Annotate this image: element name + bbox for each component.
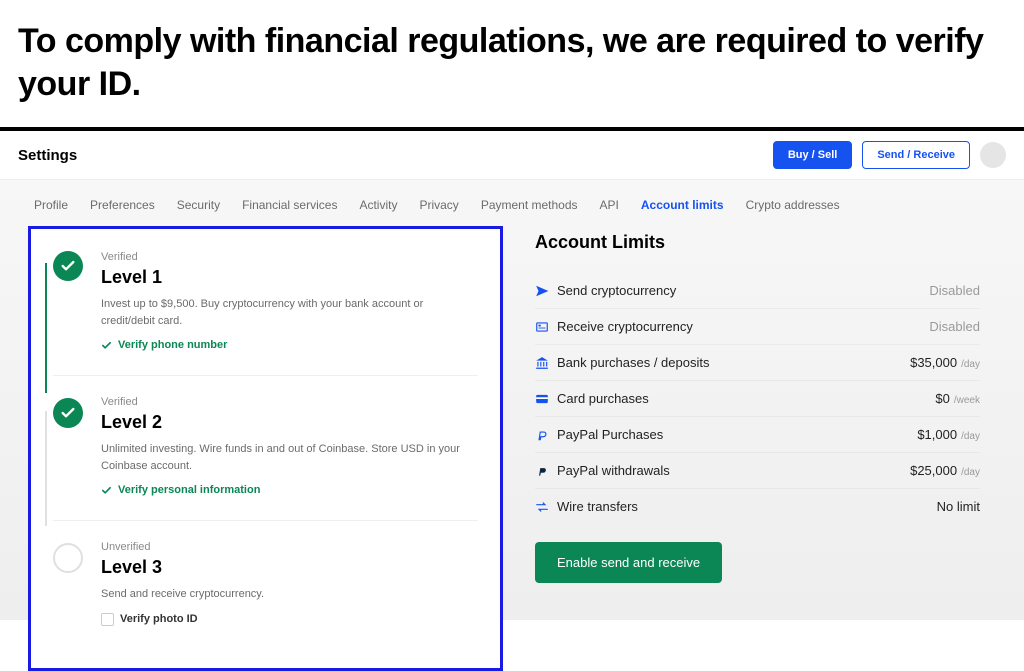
pending-badge-icon: [53, 543, 83, 573]
check-badge-icon: [53, 251, 83, 281]
paypal-bold-icon: [535, 464, 557, 478]
limit-row-paypal-purchases: PayPal Purchases$1,000/day: [535, 417, 980, 453]
level-description: Invest up to $9,500. Buy cryptocurrency …: [101, 296, 461, 329]
limit-label: Wire transfers: [557, 499, 937, 514]
page-body: Profile Preferences Security Financial serv…: [0, 180, 1024, 620]
limit-row-card-purchases: Card purchases$0/week: [535, 381, 980, 417]
limit-label: Send cryptocurrency: [557, 283, 929, 298]
limit-label: Card purchases: [557, 391, 935, 406]
send-icon: [535, 284, 557, 298]
check-badge-icon: [53, 398, 83, 428]
limit-value: Disabled: [929, 319, 980, 334]
level-3: Unverified Level 3 Send and receive crypto…: [53, 520, 478, 650]
avatar[interactable]: [980, 142, 1006, 168]
limits-title: Account Limits: [535, 232, 980, 253]
level-action[interactable]: Verify personal information: [101, 484, 478, 496]
tab-privacy[interactable]: Privacy: [419, 198, 458, 212]
limit-row-wire-transfers: Wire transfersNo limit: [535, 489, 980, 524]
level-title: Level 1: [101, 267, 478, 288]
limit-value: $25,000/day: [910, 463, 980, 478]
level-1: Verified Level 1 Invest up to $9,500. Buy …: [53, 247, 478, 375]
tab-payment-methods[interactable]: Payment methods: [481, 198, 578, 212]
limit-value: $1,000/day: [917, 427, 980, 442]
send-receive-button[interactable]: Send / Receive: [862, 141, 970, 169]
limit-row-paypal-withdrawals: PayPal withdrawals$25,000/day: [535, 453, 980, 489]
limit-label: Bank purchases / deposits: [557, 355, 910, 370]
tab-profile[interactable]: Profile: [34, 198, 68, 212]
tab-activity[interactable]: Activity: [359, 198, 397, 212]
limit-label: PayPal withdrawals: [557, 463, 910, 478]
tab-api[interactable]: API: [600, 198, 619, 212]
limit-unit: /day: [961, 431, 980, 442]
limit-value: $0/week: [935, 391, 980, 406]
level-description: Unlimited investing. Wire funds in and o…: [101, 441, 461, 474]
limits-panel: Account Limits Send cryptocurrencyDisabl…: [531, 226, 996, 671]
tab-preferences[interactable]: Preferences: [90, 198, 155, 212]
level-status: Unverified: [101, 541, 478, 553]
topbar-actions: Buy / Sell Send / Receive: [773, 141, 1006, 169]
tab-account-limits[interactable]: Account limits: [641, 198, 724, 212]
limit-unit: /day: [961, 359, 980, 370]
limit-unit: /day: [961, 467, 980, 478]
level-action[interactable]: Verify photo ID: [101, 613, 478, 626]
limit-row-bank-purchases-deposits: Bank purchases / deposits$35,000/day: [535, 345, 980, 381]
page-title: Settings: [18, 147, 77, 164]
limit-label: Receive cryptocurrency: [557, 319, 929, 334]
settings-tabs: Profile Preferences Security Financial serv…: [18, 180, 1006, 226]
paypal-icon: [535, 428, 557, 442]
tab-security[interactable]: Security: [177, 198, 220, 212]
limit-value: No limit: [937, 499, 980, 514]
level-title: Level 3: [101, 557, 478, 578]
level-description: Send and receive cryptocurrency.: [101, 586, 461, 603]
level-action[interactable]: Verify phone number: [101, 339, 478, 351]
level-title: Level 2: [101, 412, 478, 433]
tab-financial-services[interactable]: Financial services: [242, 198, 337, 212]
receive-icon: [535, 320, 557, 334]
bank-icon: [535, 356, 557, 370]
buy-sell-button[interactable]: Buy / Sell: [773, 141, 853, 169]
enable-send-receive-button[interactable]: Enable send and receive: [535, 542, 722, 583]
level-connector: [45, 263, 47, 393]
level-status: Verified: [101, 251, 478, 263]
page-headline: To comply with financial regulations, we…: [0, 0, 1024, 127]
level-connector: [45, 411, 47, 526]
verification-levels-panel: Verified Level 1 Invest up to $9,500. Buy …: [28, 226, 503, 671]
wire-icon: [535, 500, 557, 514]
tab-crypto-addresses[interactable]: Crypto addresses: [746, 198, 840, 212]
limit-row-receive-cryptocurrency: Receive cryptocurrencyDisabled: [535, 309, 980, 345]
limit-row-send-cryptocurrency: Send cryptocurrencyDisabled: [535, 273, 980, 309]
topbar: Settings Buy / Sell Send / Receive: [0, 131, 1024, 180]
limit-unit: /week: [954, 395, 980, 406]
level-2: Verified Level 2 Unlimited investing. Wire…: [53, 375, 478, 520]
limit-value: Disabled: [929, 283, 980, 298]
limit-value: $35,000/day: [910, 355, 980, 370]
checkbox-icon: [101, 613, 114, 626]
content: Verified Level 1 Invest up to $9,500. Buy …: [18, 226, 1006, 671]
limit-label: PayPal Purchases: [557, 427, 917, 442]
card-icon: [535, 392, 557, 406]
level-status: Verified: [101, 396, 478, 408]
